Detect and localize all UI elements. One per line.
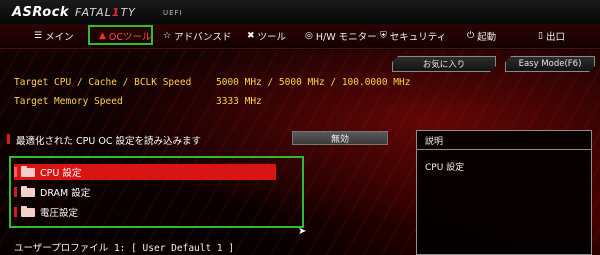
asrock-logo: ASRock	[12, 5, 70, 20]
description-title: 説明	[417, 131, 591, 150]
tab-boot[interactable]: ⏻ 起動	[467, 28, 496, 44]
monitor-icon: ◎	[305, 31, 313, 41]
tools-icon: ✖	[247, 31, 255, 41]
load-optimized-oc-select[interactable]: 無効	[292, 131, 388, 145]
title-bar: ASRock FATAL1TY UEFI	[0, 0, 600, 24]
target-cpu-label: Target CPU / Cache / BCLK Speed	[14, 77, 192, 88]
fatality-logo: FATAL1TY	[75, 6, 136, 19]
tab-highlight-box	[88, 25, 153, 45]
target-cpu-value: 5000 MHz / 5000 MHz / 100.0000 MHz	[216, 77, 411, 88]
description-text: CPU 設定	[425, 163, 465, 173]
exit-icon: ▯	[538, 31, 543, 41]
uefi-label: UEFI	[163, 9, 183, 17]
mouse-cursor-icon: ➤	[298, 226, 307, 237]
load-optimized-oc-label: 最適化された CPU OC 設定を読み込みます	[7, 133, 201, 147]
power-icon: ⏻	[467, 31, 475, 41]
tab-main[interactable]: ☰ メイン	[34, 28, 74, 44]
tab-security[interactable]: ⛨ セキュリティ	[380, 28, 446, 44]
tab-hw-monitor[interactable]: ◎ H/W モニター	[305, 28, 377, 44]
shield-icon: ⛨	[380, 31, 387, 41]
favorites-button[interactable]: お気に入り	[392, 56, 496, 72]
tab-tools[interactable]: ✖ ツール	[247, 28, 286, 44]
target-memory-label: Target Memory Speed	[14, 96, 123, 107]
tab-exit[interactable]: ▯ 出口	[538, 28, 565, 44]
tab-advanced[interactable]: ☆ アドバンスド	[163, 28, 231, 44]
description-panel: 説明 CPU 設定	[416, 130, 592, 255]
target-memory-value: 3333 MHz	[216, 96, 262, 107]
star-icon: ☆	[163, 31, 172, 41]
easy-mode-button[interactable]: Easy Mode(F6)	[505, 56, 595, 72]
list-icon: ☰	[34, 31, 43, 41]
menu-highlight-box	[9, 156, 304, 228]
user-profile-line[interactable]: ユーザープロファイル 1: [ User Default 1 ]	[14, 240, 234, 254]
